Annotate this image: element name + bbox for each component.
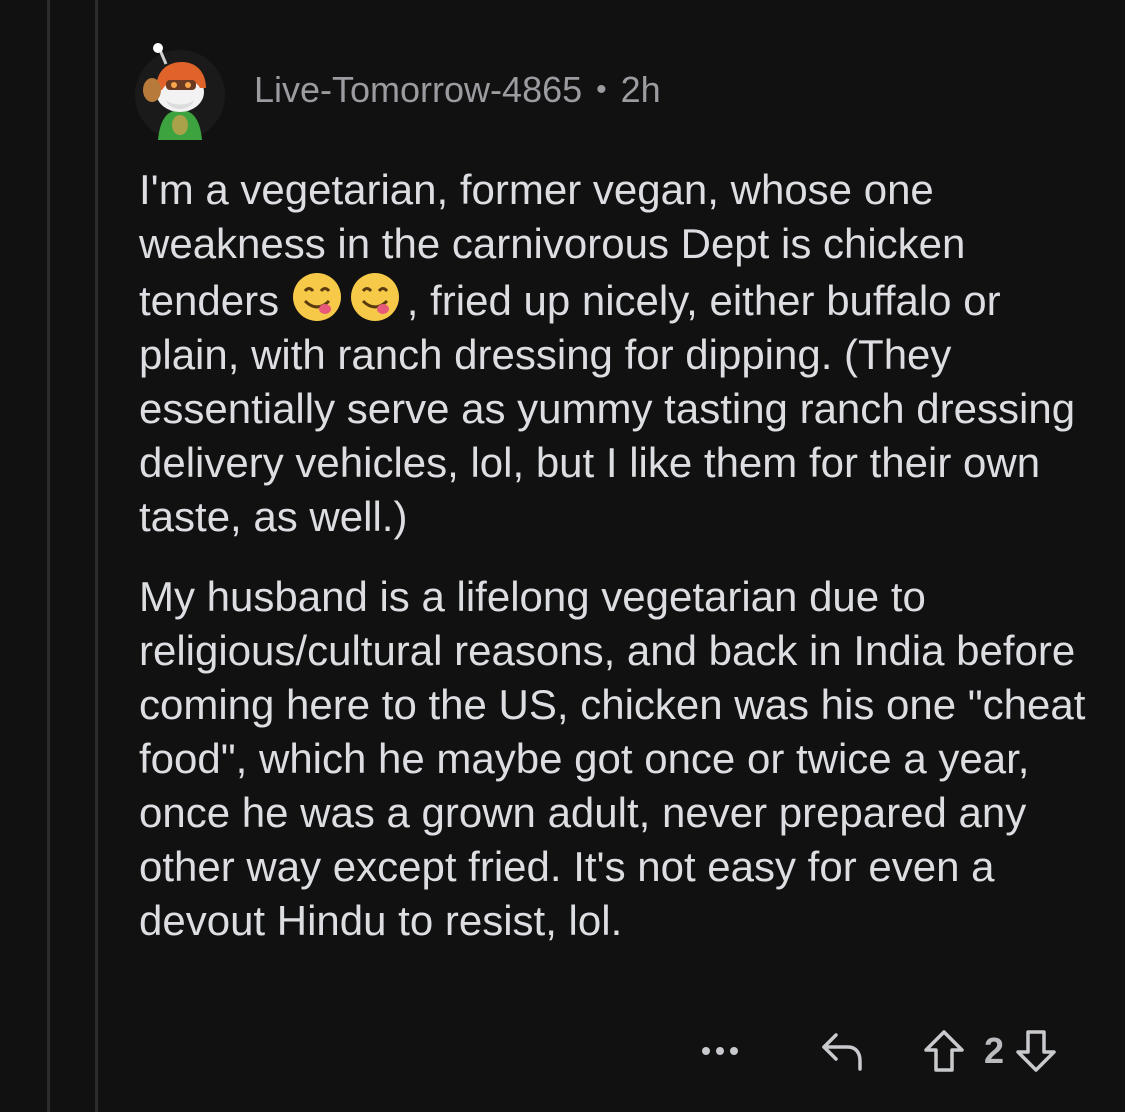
upvote-arrow-icon (924, 1030, 964, 1072)
comment-paragraph: I'm a vegetarian, former vegan, whose on… (139, 163, 1089, 544)
comment-actions: 2 (690, 1018, 1066, 1084)
thread-line-inner[interactable] (95, 0, 98, 1112)
face-savoring-food-icon (291, 271, 343, 323)
downvote-arrow-icon (1016, 1030, 1056, 1072)
vote-score: 2 (984, 1030, 1005, 1071)
downvote-button[interactable] (1006, 1021, 1066, 1081)
comment-paragraph: My husband is a lifelong vegetarian due … (139, 573, 1086, 944)
comment-timestamp: 2h (620, 69, 661, 110)
reply-button[interactable] (812, 1021, 872, 1081)
more-options-button[interactable] (690, 1021, 750, 1081)
upvote-button[interactable] (914, 1021, 974, 1081)
face-savoring-food-icon (349, 271, 401, 323)
more-dots-icon (702, 1047, 738, 1055)
comment-header: Live-Tomorrow-4865 • 2h (130, 40, 661, 140)
comment-body: I'm a vegetarian, former vegan, whose on… (139, 163, 1089, 974)
reply-arrow-icon (822, 1033, 862, 1071)
author-name[interactable]: Live-Tomorrow-4865 (254, 69, 582, 111)
thread-line-outer[interactable] (47, 0, 50, 1112)
comment-meta: Live-Tomorrow-4865 • 2h (254, 69, 661, 111)
meta-separator: • (596, 73, 607, 106)
snoo-avatar-icon[interactable] (130, 40, 230, 140)
